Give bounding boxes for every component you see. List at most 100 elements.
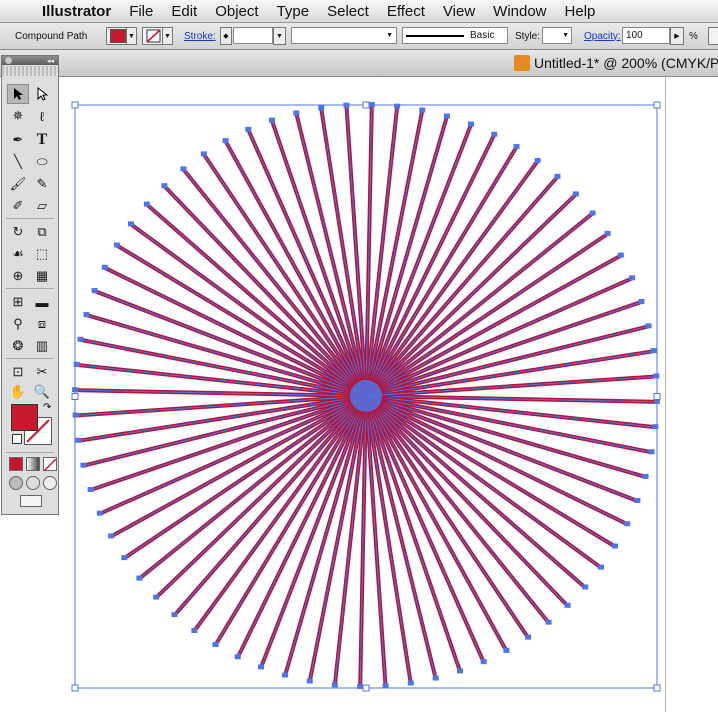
anchor-point[interactable] — [268, 117, 275, 123]
color-mode-icon[interactable] — [9, 457, 23, 471]
lasso-tool-icon[interactable]: ℓ — [31, 106, 53, 126]
hand-tool-icon[interactable]: ✋ — [7, 382, 29, 402]
mesh-tool-icon[interactable]: ⊞ — [7, 292, 29, 312]
anchor-point[interactable] — [589, 210, 596, 216]
anchor-point[interactable] — [293, 110, 300, 116]
blend-tool-icon[interactable]: ⧈ — [31, 314, 53, 334]
anchor-point[interactable] — [597, 564, 604, 570]
anchor-point[interactable] — [258, 664, 265, 670]
anchor-point[interactable] — [572, 191, 579, 197]
anchor-point[interactable] — [554, 173, 561, 179]
anchor-point[interactable] — [491, 131, 498, 137]
anchor-point[interactable] — [161, 183, 168, 189]
anchor-point[interactable] — [318, 105, 325, 111]
anchor-point[interactable] — [648, 449, 655, 455]
anchor-point[interactable] — [394, 103, 401, 109]
symbol-sprayer-tool-icon[interactable]: ❂ — [7, 336, 29, 356]
selection-tool-icon[interactable] — [7, 84, 29, 104]
warp-tool-icon[interactable]: ☙ — [7, 244, 29, 264]
anchor-point[interactable] — [564, 602, 571, 608]
anchor-point[interactable] — [638, 298, 645, 304]
anchor-point[interactable] — [222, 138, 229, 144]
anchor-point[interactable] — [136, 575, 143, 581]
resize-handle[interactable] — [71, 684, 79, 692]
anchor-point[interactable] — [282, 672, 289, 678]
anchor-point[interactable] — [432, 675, 439, 681]
anchor-point[interactable] — [443, 113, 450, 119]
free-transform-tool-icon[interactable]: ⬚ — [31, 244, 53, 264]
artboard-tool-icon[interactable]: ⊡ — [7, 362, 29, 382]
direct-selection-tool-icon[interactable] — [31, 84, 53, 104]
line-tool-icon[interactable]: ╲ — [7, 152, 29, 172]
anchor-point[interactable] — [191, 627, 198, 633]
anchor-point[interactable] — [513, 143, 520, 149]
anchor-point[interactable] — [77, 336, 84, 342]
anchor-point[interactable] — [629, 275, 636, 281]
anchor-point[interactable] — [128, 221, 135, 227]
anchor-point[interactable] — [234, 654, 241, 660]
tools-panel-header[interactable]: ◂◂ — [2, 56, 58, 65]
anchor-point[interactable] — [407, 680, 414, 686]
slice-tool-icon[interactable]: ✂ — [31, 362, 53, 382]
pencil-tool-icon[interactable]: ✎ — [31, 174, 53, 194]
eraser-tool-icon[interactable]: ▱ — [31, 196, 53, 216]
anchor-point[interactable] — [525, 634, 532, 640]
anchor-point[interactable] — [96, 510, 103, 516]
anchor-point[interactable] — [582, 584, 589, 590]
anchor-point[interactable] — [467, 121, 474, 127]
anchor-point[interactable] — [612, 543, 619, 549]
draw-behind-icon[interactable] — [26, 476, 40, 490]
anchor-point[interactable] — [91, 288, 98, 294]
anchor-point[interactable] — [480, 659, 487, 665]
resize-handle[interactable] — [71, 101, 79, 109]
anchor-point[interactable] — [650, 348, 657, 354]
anchor-point[interactable] — [419, 107, 426, 113]
perspective-grid-tool-icon[interactable]: ▦ — [31, 266, 53, 286]
resize-handle[interactable] — [653, 393, 661, 400]
anchor-point[interactable] — [645, 323, 652, 329]
blob-brush-tool-icon[interactable]: ✐ — [7, 196, 29, 216]
center-anchor-cluster[interactable] — [350, 380, 382, 412]
close-icon[interactable] — [5, 57, 12, 64]
draw-normal-icon[interactable] — [9, 476, 23, 490]
anchor-point[interactable] — [245, 126, 252, 132]
fill-color-swatch[interactable] — [11, 404, 38, 431]
zoom-tool-icon[interactable]: 🔍 — [31, 382, 53, 402]
anchor-point[interactable] — [212, 642, 219, 648]
screen-mode-icon[interactable] — [20, 495, 42, 507]
anchor-point[interactable] — [653, 373, 660, 379]
anchor-point[interactable] — [545, 619, 552, 625]
column-graph-tool-icon[interactable]: ▥ — [31, 336, 53, 356]
anchor-point[interactable] — [108, 533, 115, 539]
anchor-point[interactable] — [101, 264, 108, 270]
anchor-point[interactable] — [624, 521, 631, 527]
anchor-point[interactable] — [457, 668, 464, 674]
anchor-point[interactable] — [83, 312, 90, 318]
anchor-point[interactable] — [634, 497, 641, 503]
anchor-point[interactable] — [75, 437, 82, 443]
collapse-icon[interactable]: ◂◂ — [47, 57, 54, 65]
eyedropper-tool-icon[interactable]: ⚲ — [7, 314, 29, 334]
anchor-point[interactable] — [604, 230, 611, 236]
none-mode-icon[interactable] — [43, 457, 57, 472]
anchor-point[interactable] — [153, 594, 160, 600]
rotate-tool-icon[interactable]: ↻ — [7, 222, 29, 242]
anchor-point[interactable] — [80, 462, 87, 468]
anchor-point[interactable] — [503, 647, 510, 653]
anchor-point[interactable] — [72, 412, 79, 418]
panel-grip[interactable] — [2, 66, 58, 76]
artwork[interactable] — [0, 0, 718, 712]
type-tool-icon[interactable]: T — [31, 130, 53, 150]
anchor-point[interactable] — [306, 678, 313, 684]
anchor-point[interactable] — [180, 166, 187, 172]
gradient-mode-icon[interactable] — [26, 457, 40, 471]
resize-handle[interactable] — [362, 101, 370, 109]
anchor-point[interactable] — [642, 473, 649, 479]
pen-tool-icon[interactable]: ✒ — [7, 130, 29, 150]
resize-handle[interactable] — [71, 393, 79, 400]
paintbrush-tool-icon[interactable]: 🖌 — [7, 174, 29, 194]
anchor-point[interactable] — [87, 487, 94, 493]
swap-fill-stroke-icon[interactable]: ↷ — [43, 402, 51, 413]
default-colors-icon[interactable] — [12, 434, 22, 444]
anchor-point[interactable] — [171, 612, 178, 618]
